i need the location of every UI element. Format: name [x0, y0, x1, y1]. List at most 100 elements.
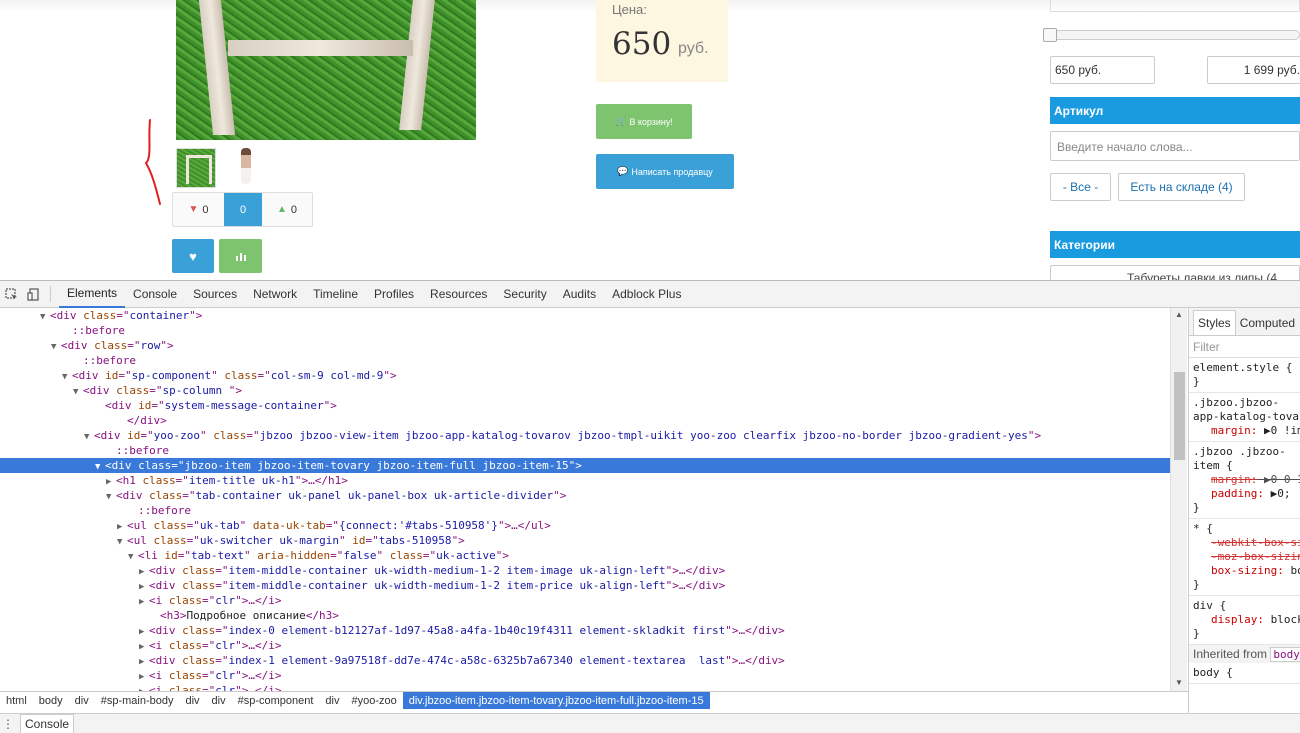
dom-node[interactable]: ▶<i class="clr">…</i> — [0, 638, 1170, 653]
dom-node[interactable]: ::before — [0, 443, 1170, 458]
dom-node[interactable]: ▼ <ul class="uk-switcher uk-margin" id="t… — [0, 533, 1170, 548]
expanded-arrow-icon[interactable]: ▼ — [117, 535, 127, 550]
style-rule[interactable]: .jbzoo .jbzoo- item {margin: ▶0 0 1 paddi… — [1189, 442, 1300, 519]
expanded-arrow-icon[interactable]: ▼ — [40, 310, 50, 325]
add-to-cart-button[interactable]: 🛒 В корзину! — [596, 104, 692, 139]
tab-security[interactable]: Security — [495, 281, 554, 308]
expanded-arrow-icon[interactable]: ▼ — [84, 430, 94, 445]
scrollbar-thumb[interactable] — [1174, 372, 1185, 460]
style-rule[interactable]: element.style {} — [1189, 358, 1300, 393]
dom-node[interactable]: ::before — [0, 323, 1170, 338]
price-min-input[interactable]: 650 руб. — [1050, 56, 1155, 84]
breadcrumb-item[interactable]: div — [319, 692, 345, 709]
body-rule[interactable]: body { — [1189, 663, 1300, 684]
more-vertical-icon[interactable]: ⋮ — [0, 717, 16, 731]
sidebar-field-top[interactable] — [1050, 0, 1300, 12]
dom-node[interactable]: ▼ <div class="tab-container uk-panel uk-p… — [0, 488, 1170, 503]
expanded-arrow-icon[interactable]: ▼ — [106, 490, 116, 505]
tab-console[interactable]: Console — [125, 281, 185, 308]
device-mode-icon[interactable] — [22, 281, 44, 308]
expanded-arrow-icon[interactable]: ▼ — [128, 550, 138, 565]
style-rule[interactable]: .jbzoo.jbzoo- app-katalog-tovarovmargin:… — [1189, 393, 1300, 442]
scroll-up-icon[interactable]: ▲ — [1175, 310, 1183, 319]
dom-node[interactable]: ▼ <div id="sp-component" class="col-sm-9 … — [0, 368, 1170, 383]
dom-node[interactable]: ▶ <ul class="uk-tab" data-uk-tab="{connec… — [0, 518, 1170, 533]
thumbnail-model[interactable] — [226, 144, 266, 190]
filter-in-stock-button[interactable]: Есть на складе (4) — [1118, 173, 1245, 201]
tab-profiles[interactable]: Profiles — [366, 281, 422, 308]
price-slider-track[interactable] — [1050, 30, 1300, 40]
dom-node[interactable]: ▼ <div class="container"> — [0, 308, 1170, 323]
dom-node[interactable]: ▼ <div id="yoo-zoo" class="jbzoo jbzoo-vi… — [0, 428, 1170, 443]
breadcrumb-item[interactable]: div — [179, 692, 205, 709]
tab-audits[interactable]: Audits — [555, 281, 604, 308]
dom-node[interactable]: ▶ <div class="item-middle-container uk-wi… — [0, 578, 1170, 593]
dom-node[interactable]: ▶<i class="clr">…</i> — [0, 683, 1170, 691]
dom-node[interactable]: </div> — [0, 413, 1170, 428]
dom-node[interactable]: ▼ <li id="tab-text" aria-hidden="false" c… — [0, 548, 1170, 563]
breadcrumb-item[interactable]: #sp-component — [232, 692, 320, 709]
write-seller-button[interactable]: 💬 Написать продавцу — [596, 154, 734, 189]
breadcrumb-item[interactable]: html — [0, 692, 33, 709]
dom-node-selected[interactable]: ▼ <div class="jbzoo-item jbzoo-item-tovar… — [0, 458, 1170, 473]
rule-property[interactable]: box-sizing: bo — [1193, 564, 1300, 578]
expanded-arrow-icon[interactable]: ▼ — [95, 460, 105, 475]
elements-scrollbar[interactable]: ▲ ▼ — [1170, 308, 1187, 691]
tab-adblock-plus[interactable]: Adblock Plus — [604, 281, 689, 308]
product-image[interactable] — [176, 0, 476, 140]
tab-computed[interactable]: Computed — [1236, 311, 1299, 335]
dom-node[interactable]: ▶ <div class="index-0 element-b12127af-1d… — [0, 623, 1170, 638]
style-rule[interactable]: * {-webkit-box-si -moz-box-sizin box-sizin… — [1189, 519, 1300, 596]
expanded-arrow-icon[interactable]: ▼ — [73, 385, 83, 400]
sku-search-input[interactable]: Введите начало слова... — [1050, 131, 1300, 161]
dom-node[interactable]: <div id="system-message-container"> — [0, 398, 1170, 413]
price-slider-handle[interactable] — [1043, 28, 1057, 42]
dislike-button[interactable]: ▼ 0 — [173, 193, 224, 226]
dom-node[interactable]: ▼ <div class="row"> — [0, 338, 1170, 353]
breadcrumb-item[interactable]: div — [69, 692, 95, 709]
rule-property[interactable]: padding: ▶0; — [1193, 487, 1296, 501]
dom-node[interactable]: ::before — [0, 503, 1170, 518]
thumbnail-stool[interactable] — [176, 148, 216, 188]
favorite-button[interactable]: ♥ — [172, 239, 214, 273]
rule-property[interactable]: margin: ▶0 !imp — [1193, 424, 1300, 438]
dom-node[interactable]: ::before — [0, 353, 1170, 368]
breadcrumb-item[interactable]: div — [206, 692, 232, 709]
inspect-element-icon[interactable] — [0, 281, 22, 308]
elements-tree[interactable]: ▼ <div class="container"> ::before ▼ <div c… — [0, 308, 1170, 691]
inherited-tag[interactable]: body — [1270, 647, 1300, 662]
compare-button[interactable] — [219, 239, 262, 273]
dom-node[interactable]: ▶ <h1 class="item-title uk-h1">…</h1> — [0, 473, 1170, 488]
collapsed-arrow-icon[interactable]: ▶ — [139, 595, 149, 610]
tab-resources[interactable]: Resources — [422, 281, 495, 308]
rule-property[interactable]: display: block — [1193, 613, 1300, 627]
dom-node[interactable]: ▶<i class="clr">…</i> — [0, 593, 1170, 608]
tab-timeline[interactable]: Timeline — [305, 281, 366, 308]
category-select[interactable]: Табуреты лавки из липы (4 — [1050, 265, 1300, 280]
dom-node[interactable]: ▶ <div class="item-middle-container uk-wi… — [0, 563, 1170, 578]
rule-property[interactable]: -webkit-box-si — [1193, 536, 1300, 550]
dom-node[interactable]: ▶<i class="clr">…</i> — [0, 668, 1170, 683]
rule-property[interactable]: margin: ▶0 0 1 — [1193, 473, 1300, 487]
tab-styles[interactable]: Styles — [1193, 310, 1236, 335]
rule-property[interactable]: -moz-box-sizin — [1193, 550, 1300, 564]
breadcrumb-item[interactable]: body — [33, 692, 69, 709]
styles-filter-input[interactable]: Filter — [1189, 336, 1300, 358]
dom-node[interactable]: ▶ <div class="index-1 element-9a97518f-dd… — [0, 653, 1170, 668]
breadcrumb-item[interactable]: div.jbzoo-item.jbzoo-item-tovary.jbzoo-i… — [402, 692, 710, 709]
tab-sources[interactable]: Sources — [185, 281, 245, 308]
scroll-down-icon[interactable]: ▼ — [1175, 678, 1183, 687]
breadcrumb-item[interactable]: #sp-main-body — [95, 692, 180, 709]
dom-node[interactable]: <h3>Подробное описание</h3> — [0, 608, 1170, 623]
filter-all-button[interactable]: - Все - — [1050, 173, 1111, 201]
price-max-input[interactable]: 1 699 руб. — [1207, 56, 1300, 84]
expanded-arrow-icon[interactable]: ▼ — [51, 340, 61, 355]
style-rule[interactable]: div {display: block} — [1189, 596, 1300, 645]
dom-node[interactable]: ▼ <div class="sp-column "> — [0, 383, 1170, 398]
tab-network[interactable]: Network — [245, 281, 305, 308]
breadcrumb-item[interactable]: #yoo-zoo — [345, 692, 402, 709]
like-button[interactable]: ▲ 0 — [262, 193, 312, 226]
drawer-tab-console[interactable]: Console — [20, 714, 75, 733]
tab-elements[interactable]: Elements — [59, 281, 126, 308]
expanded-arrow-icon[interactable]: ▼ — [62, 370, 72, 385]
